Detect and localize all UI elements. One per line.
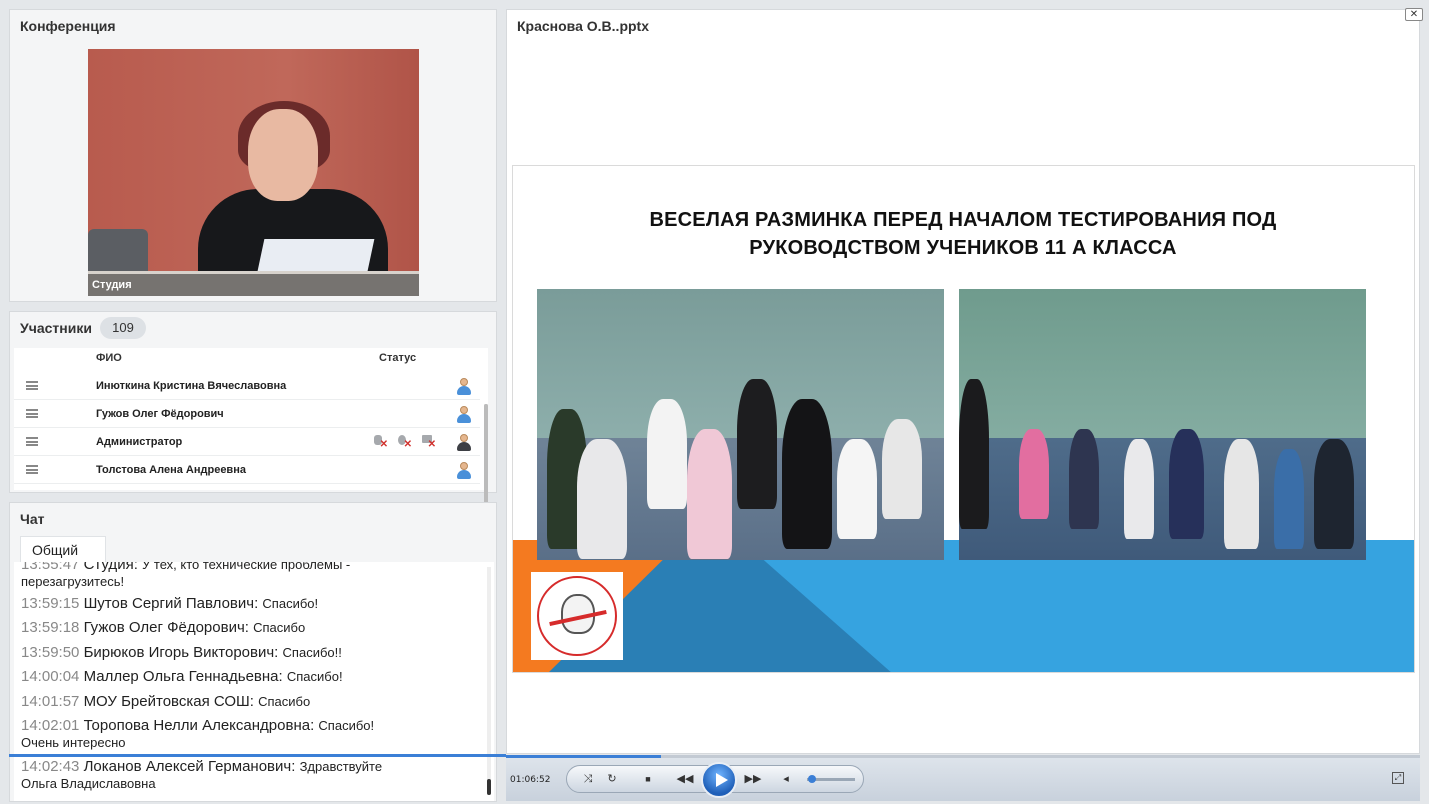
play-button[interactable] [701, 762, 737, 798]
slide-photo-2 [959, 289, 1366, 560]
media-player-bar: 01:06:52 ⤨ ↻ ■ ◀◀ ▶▶ ◂ ⤢ [506, 755, 1420, 801]
admin-user-icon [456, 434, 472, 451]
participant-row[interactable]: Толстова Алена Андреевна [14, 456, 480, 484]
presentation-panel: Краснова О.В..pptx ✕ ВЕСЕЛАЯ РАЗМИНКА ПЕ… [506, 8, 1423, 754]
rewind-icon[interactable]: ◀◀ [675, 772, 695, 786]
chat-message: 14:02:01 Торопова Нелли Александровна: С… [21, 717, 375, 750]
volume-icon[interactable]: ◂ [779, 772, 793, 786]
slide-title: ВЕСЕЛАЯ РАЗМИНКА ПЕРЕД НАЧАЛОМ ТЕСТИРОВА… [573, 206, 1353, 262]
video-feed[interactable]: Студия [88, 49, 419, 296]
chat-message: 14:02:43 Локанов Алексей Германович: Здр… [21, 758, 383, 791]
user-icon [456, 462, 472, 479]
video-person-head [248, 109, 318, 201]
player-controls: ⤨ ↻ ■ ◀◀ ▶▶ ◂ [566, 762, 864, 798]
chat-panel: Чат Общий 13:55:47 Студия: У тех, кто те… [9, 502, 497, 802]
video-label: Студия [88, 274, 419, 296]
participant-name: Гужов Олег Фёдорович [96, 408, 224, 420]
slide-photo-1 [537, 289, 944, 560]
admin-controls: ✕ ✕ ✕ [372, 434, 442, 450]
chat-message: 13:59:15 Шутов Сергий Павлович: Спасибо! [21, 595, 319, 612]
slide-title-line-1: ВЕСЕЛАЯ РАЗМИНКА ПЕРЕД НАЧАЛОМ ТЕСТИРОВА… [649, 209, 1277, 231]
chat-messages: 13:55:47 Студия: У тех, кто технические … [14, 562, 494, 801]
shuffle-icon[interactable]: ⤨ [581, 772, 595, 786]
timeline-progress [506, 755, 662, 758]
fast-forward-icon[interactable]: ▶▶ [743, 772, 763, 786]
chat-title: Чат [20, 511, 45, 527]
chat-message: 14:01:57 МОУ Брейтовская СОШ: Спасибо [21, 693, 311, 710]
column-header-status: Статус [379, 352, 417, 364]
screen-off-icon[interactable]: ✕ [420, 434, 436, 450]
scrollbar-thumb[interactable] [487, 779, 491, 795]
participants-title: Участники [20, 320, 92, 336]
playback-time: 01:06:52 [510, 775, 551, 785]
chat-message: 13:55:47 Студия: У тех, кто технические … [21, 562, 351, 589]
organization-logo [531, 572, 623, 660]
mic-off-icon[interactable]: ✕ [372, 434, 388, 450]
participants-list: ФИО Статус Инюткина Кристина Вячеславовн… [14, 348, 488, 520]
repeat-icon[interactable]: ↻ [605, 772, 619, 786]
menu-icon[interactable] [26, 437, 38, 446]
participants-count-badge: 109 [100, 317, 146, 339]
conference-panel: Конференция Студия [9, 9, 497, 302]
conference-title: Конференция [20, 18, 116, 34]
volume-slider-knob[interactable] [807, 775, 816, 783]
participant-row[interactable]: Администратор ✕ ✕ ✕ [14, 428, 480, 456]
chat-message: 13:59:18 Гужов Олег Фёдорович: Спасибо [21, 619, 306, 636]
participant-name: Администратор [96, 436, 183, 448]
slide-title-line-2: РУКОВОДСТВОМ УЧЕНИКОВ 11 А КЛАССА [749, 237, 1177, 259]
fullscreen-icon[interactable]: ⤢ [1392, 772, 1404, 784]
menu-icon[interactable] [26, 465, 38, 474]
presentation-title: Краснова О.В..pptx [517, 18, 649, 34]
user-icon [456, 378, 472, 395]
tab-general[interactable]: Общий [20, 536, 106, 562]
timeline-progress-left [9, 754, 506, 757]
menu-icon[interactable] [26, 381, 38, 390]
menu-icon[interactable] [26, 409, 38, 418]
stop-icon[interactable]: ■ [641, 772, 655, 786]
slide: ВЕСЕЛАЯ РАЗМИНКА ПЕРЕД НАЧАЛОМ ТЕСТИРОВА… [512, 165, 1415, 673]
participants-panel: Участники 109 ФИО Статус Инюткина Кристи… [9, 311, 497, 520]
column-header-name: ФИО [96, 352, 122, 364]
user-icon [456, 406, 472, 423]
close-button[interactable]: ✕ [1405, 8, 1423, 21]
chat-message: 14:00:04 Маллер Ольга Геннадьевна: Спаси… [21, 668, 343, 685]
participant-row[interactable]: Инюткина Кристина Вячеславовна [14, 372, 480, 400]
camera-off-icon[interactable]: ✕ [396, 434, 412, 450]
timeline-track[interactable] [506, 755, 1420, 758]
chat-message: 13:59:50 Бирюков Игорь Викторович: Спаси… [21, 644, 342, 661]
participant-row[interactable]: Гужов Олег Фёдорович [14, 400, 480, 428]
chat-scrollbar[interactable] [487, 567, 491, 795]
participant-name: Толстова Алена Андреевна [96, 464, 246, 476]
participant-name: Инюткина Кристина Вячеславовна [96, 380, 287, 392]
